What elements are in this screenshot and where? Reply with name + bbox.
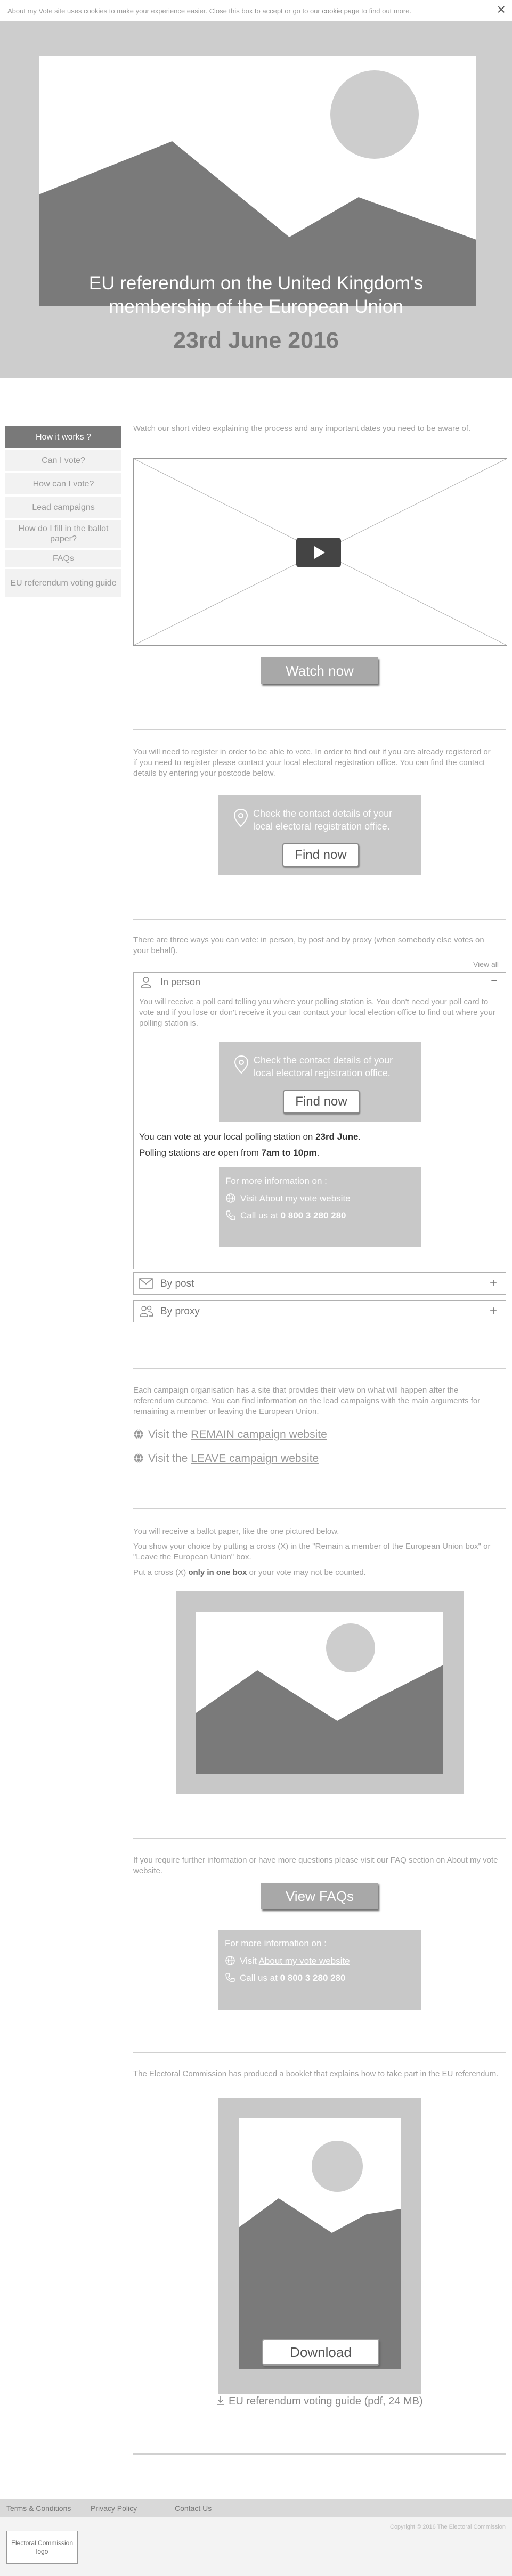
phone-icon [225, 1973, 235, 1982]
divider [133, 1508, 506, 1509]
sidebar-item-ballot-paper[interactable]: How do I fill in the ballot paper? [5, 520, 121, 548]
in-person-description: You will receive a poll card telling you… [139, 997, 495, 1028]
in-person-info-box: For more information on : Visit About my… [219, 1167, 421, 1247]
info-title: For more information on : [225, 1176, 327, 1186]
voting-guide-cover: Download [218, 2098, 421, 2394]
divider [133, 919, 506, 920]
phone-icon [226, 1210, 235, 1220]
globe-icon [134, 1429, 143, 1439]
people-icon [140, 1305, 153, 1317]
sidebar-item-lead-campaigns[interactable]: Lead campaigns [5, 497, 121, 518]
sidebar-nav: How it works ? Can I vote? How can I vot… [5, 426, 121, 599]
video-player[interactable] [133, 458, 507, 646]
visit-text: Visit About my vote website [240, 1956, 350, 1966]
in-person-box-text: Check the contact details of your local … [254, 1055, 393, 1078]
info-title: For more information on : [225, 1938, 327, 1948]
sidebar-item-voting-guide[interactable]: EU referendum voting guide [5, 569, 121, 597]
ways-intro: There are three ways you can vote: in pe… [133, 936, 484, 955]
image-placeholder [196, 1612, 443, 1774]
hero-caption: EU referendum on the United Kingdom's mem… [88, 273, 424, 317]
sidebar-item-faqs[interactable]: FAQs [5, 550, 121, 567]
divider [133, 2453, 506, 2455]
expand-icon[interactable]: + [490, 1276, 497, 1291]
leave-campaign-link[interactable]: LEAVE campaign website [191, 1452, 319, 1465]
privacy-link[interactable]: Privacy Policy [91, 2504, 137, 2513]
leave-campaign-row: Visit the LEAVE campaign website [133, 1452, 319, 1465]
ballot-line-1: You will receive a ballot paper, like th… [133, 1527, 339, 1536]
globe-icon [226, 1193, 235, 1203]
envelope-icon [139, 1278, 153, 1289]
register-lookup-box: Check the contact details of your local … [218, 795, 421, 875]
accordion-header-in-person[interactable]: In person − [134, 973, 506, 990]
faq-info-box: For more information on : Visit About my… [218, 1930, 421, 2010]
voting-guide-file[interactable]: EU referendum voting guide (pdf, 24 MB) [216, 2395, 423, 2408]
view-all-link[interactable]: View all [473, 960, 499, 969]
referendum-date: 23rd June 2016 [173, 328, 339, 353]
collapse-icon[interactable]: − [491, 975, 497, 987]
hero-image-placeholder [39, 56, 476, 306]
location-pin-icon [234, 1055, 249, 1074]
accordion-in-person: In person − You will receive a poll card… [133, 972, 506, 1269]
register-box-text: Check the contact details of your local … [253, 808, 393, 832]
location-pin-icon [233, 808, 248, 827]
about-my-vote-link[interactable]: About my vote website [259, 1193, 351, 1204]
video-intro: Watch our short video explaining the pro… [133, 424, 471, 433]
ballot-line-3: Put a cross (X) only in one box or your … [133, 1568, 366, 1577]
expand-icon[interactable]: + [490, 1304, 497, 1319]
globe-icon [225, 1956, 235, 1965]
terms-link[interactable]: Terms & Conditions [6, 2504, 71, 2513]
by-proxy-title: By proxy [160, 1306, 200, 1317]
call-text: Call us at 0 800 3 280 280 [240, 1210, 346, 1221]
polling-date-text: You can vote at your local polling stati… [139, 1132, 361, 1142]
divider [133, 2052, 506, 2053]
image-placeholder-icon [239, 2141, 401, 2369]
call-text: Call us at 0 800 3 280 280 [240, 1973, 346, 1983]
faq-intro: If you require further information or ha… [133, 1856, 498, 1875]
ballot-line-2: You show your choice by putting a cross … [133, 1542, 491, 1562]
find-now-button[interactable]: Find now [282, 843, 359, 867]
person-icon [141, 977, 151, 988]
in-person-lookup-box: Check the contact details of your local … [219, 1042, 421, 1122]
sidebar-item-how-it-works[interactable]: How it works ? [5, 426, 121, 448]
play-icon[interactable] [296, 538, 341, 567]
find-now-button[interactable]: Find now [283, 1090, 360, 1114]
remain-campaign-link[interactable]: REMAIN campaign website [191, 1428, 327, 1441]
view-faqs-button[interactable]: View FAQs [261, 1883, 378, 1909]
copyright-text: Copyright © 2016 The Electoral Commissio… [390, 2524, 506, 2530]
visit-text: Visit About my vote website [240, 1193, 351, 1204]
about-my-vote-link[interactable]: About my vote website [259, 1956, 350, 1966]
cookie-banner: About my Vote site uses cookies to make … [0, 0, 512, 21]
ballot-paper-image [176, 1591, 464, 1794]
download-button[interactable]: Download [262, 2339, 379, 2366]
accordion-by-proxy[interactable]: By proxy + [133, 1300, 506, 1322]
divider [133, 1838, 506, 1839]
footer-links-bar: Terms & Conditions Privacy Policy Contac… [0, 2499, 512, 2517]
download-icon [217, 2396, 224, 2405]
guide-intro: The Electoral Commission has produced a … [133, 2069, 499, 2078]
image-placeholder [239, 2118, 401, 2369]
image-placeholder-icon [39, 70, 476, 306]
globe-icon [134, 1453, 143, 1463]
divider [133, 729, 506, 730]
sidebar-item-can-i-vote[interactable]: Can I vote? [5, 450, 121, 471]
image-placeholder-icon [196, 1623, 443, 1774]
footer: Electoral Commission logo Copyright © 20… [0, 2517, 512, 2576]
cookie-page-link[interactable]: cookie page [322, 7, 359, 15]
accordion-by-post[interactable]: By post + [133, 1272, 506, 1295]
by-post-title: By post [160, 1278, 194, 1289]
close-icon[interactable]: × [497, 2, 506, 17]
cookie-text: About my Vote site uses cookies to make … [7, 7, 412, 15]
divider [133, 1368, 506, 1369]
register-intro: You will need to register in order to be… [133, 747, 491, 778]
sidebar-item-how-can-i-vote[interactable]: How can I vote? [5, 473, 121, 494]
in-person-title: In person [160, 977, 201, 987]
contact-link[interactable]: Contact Us [175, 2504, 212, 2513]
electoral-commission-logo: Electoral Commission logo [6, 2531, 78, 2564]
campaigns-intro: Each campaign organisation has a site th… [133, 1386, 481, 1416]
watch-now-button[interactable]: Watch now [261, 657, 378, 684]
hero-banner: EU referendum on the United Kingdom's mem… [0, 21, 512, 378]
polling-hours-text: Polling stations are open from 7am to 10… [139, 1148, 320, 1158]
remain-campaign-row: Visit the REMAIN campaign website [133, 1428, 327, 1441]
